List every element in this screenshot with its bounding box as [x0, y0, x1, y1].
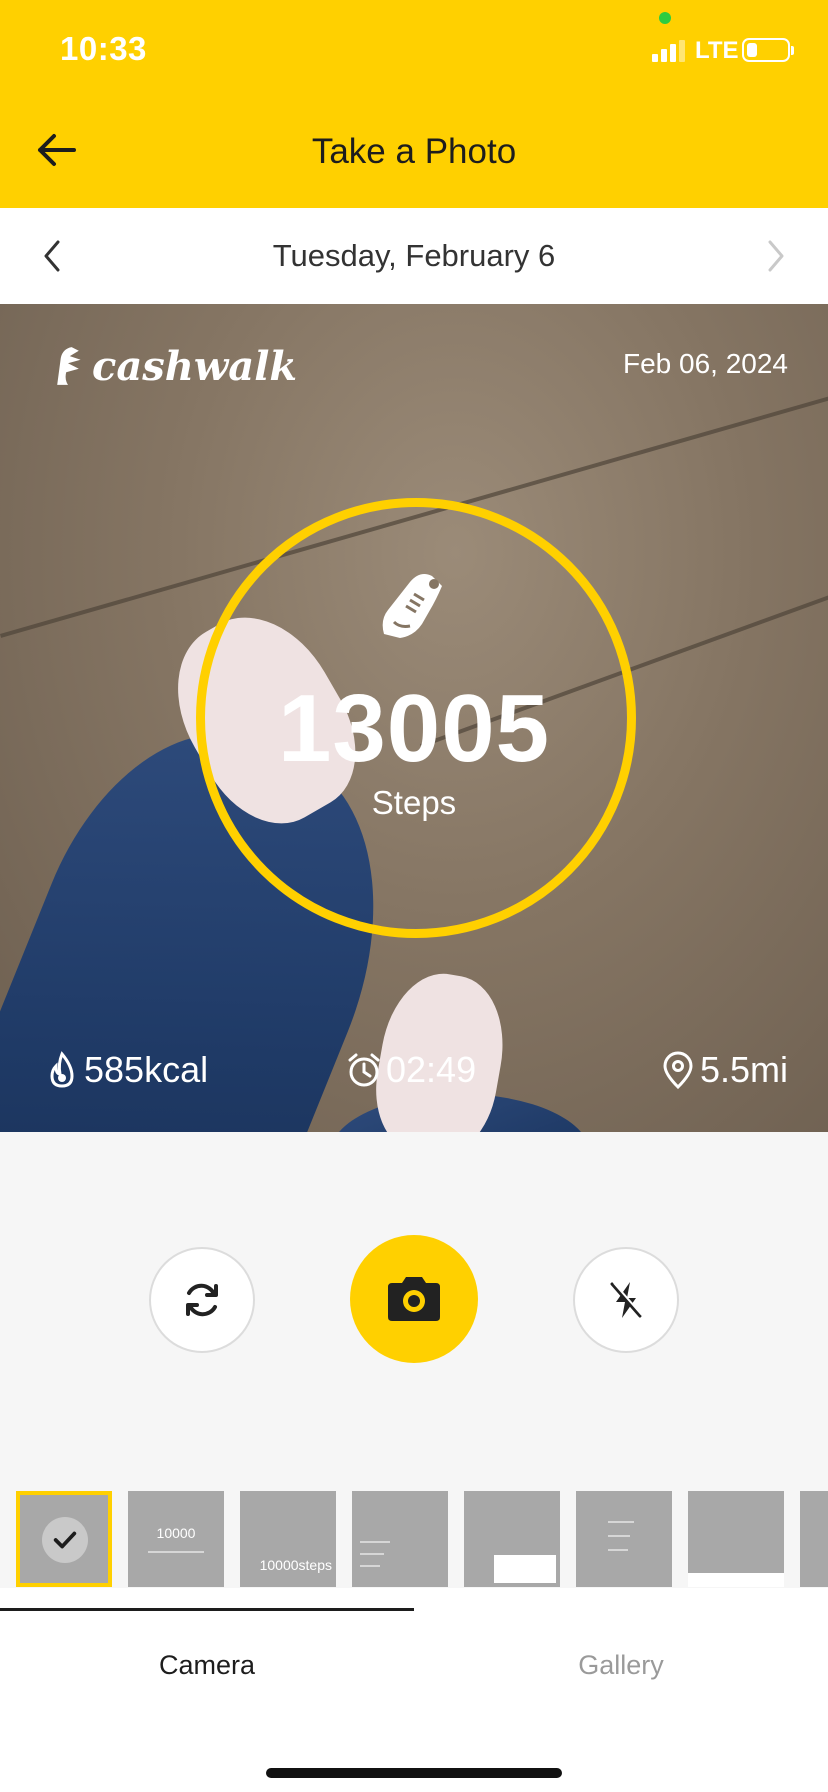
template-thumb-3[interactable]: 10000steps — [240, 1491, 336, 1587]
template-thumb-detail — [360, 1565, 380, 1567]
tab-gallery[interactable]: Gallery — [414, 1650, 828, 1681]
shoe-logo-icon — [57, 347, 81, 385]
camera-in-use-indicator — [659, 12, 671, 24]
template-thumb-4[interactable] — [352, 1491, 448, 1587]
battery-icon — [742, 38, 790, 62]
page-title: Take a Photo — [311, 132, 517, 171]
camera-icon — [388, 1277, 440, 1321]
battery-cap — [791, 46, 794, 55]
selected-check — [42, 1517, 88, 1563]
template-thumb-detail — [608, 1549, 628, 1551]
shutter-button[interactable] — [350, 1235, 478, 1363]
alarm-clock-icon — [348, 1053, 380, 1087]
template-thumb-7[interactable] — [688, 1491, 784, 1587]
steps-count: 13005 — [278, 675, 550, 782]
home-indicator[interactable] — [266, 1768, 562, 1778]
status-time: 10:33 — [60, 30, 147, 67]
date-navigator: Tuesday, February 6 — [0, 208, 828, 304]
brand-name: cashwalk — [92, 342, 298, 390]
check-icon — [53, 1531, 77, 1549]
template-thumb-text: 10000 — [156, 1525, 196, 1541]
flash-toggle-button[interactable] — [573, 1247, 679, 1353]
template-thumb-2[interactable]: 10000 — [128, 1491, 224, 1587]
template-thumb-text: 10000steps — [259, 1557, 332, 1573]
network-label: LTE — [695, 37, 739, 64]
template-thumb-detail — [360, 1541, 390, 1543]
battery-level — [747, 43, 757, 57]
signal-icon — [652, 40, 685, 62]
refresh-icon — [186, 1283, 218, 1317]
photo-date: Feb 06, 2024 — [622, 348, 788, 379]
app-header: 10:33 LTE Take a Photo — [0, 0, 828, 208]
location-pin-icon — [663, 1051, 693, 1090]
calories-stat: 585kcal — [44, 1046, 208, 1094]
template-thumb-detail — [608, 1535, 630, 1537]
template-thumb-footer — [688, 1573, 784, 1587]
distance-value: 5.5mi — [700, 1049, 789, 1090]
selected-date: Tuesday, February 6 — [272, 238, 556, 273]
bottom-tabs: Camera Gallery — [0, 1608, 828, 1792]
template-thumb-detail — [148, 1551, 204, 1553]
template-strip[interactable]: 10000 10000steps — [0, 1488, 828, 1588]
tab-camera[interactable]: Camera — [0, 1650, 414, 1681]
template-thumb-8[interactable] — [800, 1491, 828, 1587]
steps-label: Steps — [371, 784, 457, 821]
sneaker-icon — [382, 574, 442, 638]
duration-value: 02:49 — [386, 1049, 477, 1090]
template-thumb-1[interactable] — [16, 1491, 112, 1587]
duration-stat: 02:49 — [346, 1046, 476, 1094]
template-thumb-detail — [360, 1553, 384, 1555]
template-thumb-5[interactable] — [464, 1491, 560, 1587]
active-tab-indicator — [0, 1608, 414, 1611]
template-thumb-6[interactable] — [576, 1491, 672, 1587]
switch-camera-button[interactable] — [149, 1247, 255, 1353]
flash-off-icon — [610, 1282, 643, 1318]
camera-controls — [0, 1132, 828, 1492]
calories-value: 585kcal — [84, 1049, 209, 1090]
template-thumb-card — [494, 1555, 556, 1583]
distance-stat: 5.5mi — [660, 1046, 788, 1094]
cashwalk-logo: cashwalk — [50, 336, 297, 396]
chevron-right-icon — [768, 240, 784, 272]
camera-preview[interactable]: cashwalk Feb 06, 2024 13005 Steps 585kca… — [0, 304, 828, 1132]
flame-icon — [50, 1051, 74, 1088]
next-day-button[interactable] — [760, 238, 790, 274]
template-thumb-detail — [608, 1521, 634, 1523]
